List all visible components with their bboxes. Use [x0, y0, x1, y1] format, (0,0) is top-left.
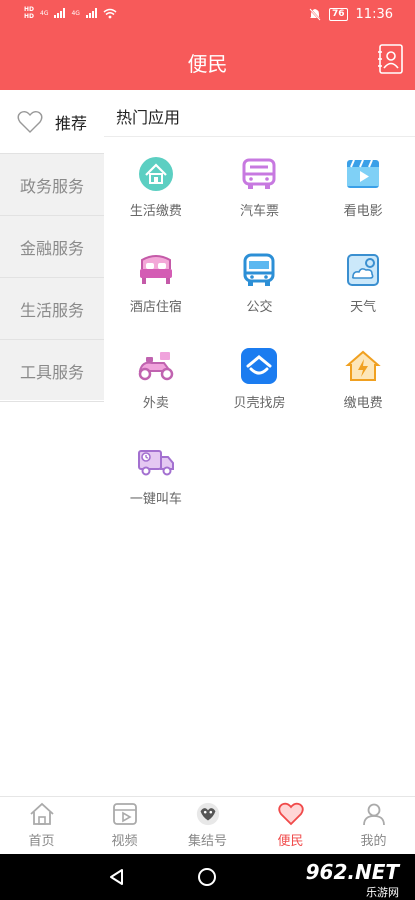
- video-icon: [112, 801, 138, 827]
- app-label: 一键叫车: [129, 492, 182, 507]
- heart-icon: [277, 801, 304, 827]
- category-sidebar: 推荐 政务服务 金融服务 生活服务 工具服务: [0, 90, 104, 402]
- sidebar-item-recommend[interactable]: 推荐: [0, 90, 104, 154]
- sidebar-item-finance[interactable]: 金融服务: [0, 216, 104, 278]
- app-electric-bill[interactable]: 缴电费: [311, 342, 415, 412]
- mute-bell-icon: [309, 8, 321, 21]
- app-weather[interactable]: 天气: [311, 246, 415, 316]
- heart-icon: [17, 110, 43, 133]
- app-grid: 生活缴费 汽车票 看电影 酒店住宿 公交 天气 外卖 贝壳找房 缴电费 一键叫车: [104, 150, 415, 508]
- app-label: 生活缴费: [129, 204, 182, 219]
- nav-label: 首页: [28, 834, 55, 849]
- sidebar-item-government[interactable]: 政务服务: [0, 154, 104, 216]
- battery-indicator: 76: [329, 8, 348, 21]
- truck-icon: [136, 442, 176, 482]
- app-label: 汽车票: [239, 204, 279, 219]
- nav-mine[interactable]: 我的: [332, 797, 415, 854]
- app-label: 外卖: [142, 396, 169, 411]
- watermark-text: 962.NET: [305, 860, 399, 884]
- app-label: 缴电费: [343, 396, 383, 411]
- contacts-icon[interactable]: [377, 44, 405, 74]
- nav-label: 便民: [277, 834, 304, 849]
- app-movie[interactable]: 看电影: [311, 150, 415, 220]
- sidebar-item-label: 生活服务: [19, 300, 84, 320]
- section-title: 热门应用: [116, 108, 181, 127]
- bottom-nav: 首页 视频 集结号 便民 我的: [0, 796, 415, 854]
- nav-video[interactable]: 视频: [83, 797, 166, 854]
- app-label: 酒店住宿: [129, 300, 182, 315]
- system-nav-bar: 962.NET 乐游网: [0, 854, 415, 900]
- nav-convenience[interactable]: 便民: [249, 797, 332, 854]
- app-label: 看电影: [343, 204, 383, 219]
- signal-icon: [85, 8, 97, 18]
- app-takeout[interactable]: 外卖: [104, 342, 208, 412]
- weather-icon: [343, 250, 383, 290]
- user-icon: [361, 801, 387, 827]
- sidebar-item-label: 推荐: [54, 113, 87, 133]
- electric-icon: [343, 346, 383, 386]
- sidebar-item-label: 工具服务: [19, 362, 84, 382]
- sidebar-item-label: 金融服务: [19, 238, 84, 258]
- bus-icon: [239, 154, 279, 194]
- sidebar-item-tools[interactable]: 工具服务: [0, 340, 104, 402]
- nav-label: 我的: [360, 834, 387, 849]
- hd-indicator: HD HD: [24, 6, 35, 20]
- watermark-subtext: 乐游网: [366, 886, 399, 899]
- rally-logo-icon: [195, 801, 221, 827]
- app-bus-ticket[interactable]: 汽车票: [208, 150, 312, 220]
- app-beike[interactable]: 贝壳找房: [208, 342, 312, 412]
- app-label: 贝壳找房: [233, 396, 286, 411]
- network-label: 4G: [40, 9, 49, 17]
- page-title: 便民: [187, 52, 228, 76]
- home-button[interactable]: [198, 868, 216, 886]
- nav-rally[interactable]: 集结号: [166, 797, 249, 854]
- scooter-icon: [136, 346, 176, 386]
- network-label: 4G: [71, 9, 80, 17]
- nav-label: 视频: [111, 834, 138, 849]
- status-bar: HD HD 4G 4G 76 11:36: [0, 0, 415, 32]
- app-life-payment[interactable]: 生活缴费: [104, 150, 208, 220]
- watermark-logo: 962.NET 乐游网: [279, 858, 409, 899]
- app-hotel[interactable]: 酒店住宿: [104, 246, 208, 316]
- movie-icon: [343, 154, 383, 194]
- wifi-icon: [103, 8, 117, 18]
- house-icon: [136, 154, 176, 194]
- sidebar-item-label: 政务服务: [19, 176, 84, 196]
- clock: 11:36: [355, 7, 393, 22]
- nav-label: 集结号: [187, 834, 227, 849]
- sidebar-item-life[interactable]: 生活服务: [0, 278, 104, 340]
- app-call-car[interactable]: 一键叫车: [104, 438, 208, 508]
- nav-home[interactable]: 首页: [0, 797, 83, 854]
- app-label: 天气: [350, 300, 377, 315]
- back-icon[interactable]: [108, 868, 126, 886]
- app-label: 公交: [246, 300, 273, 315]
- app-public-bus[interactable]: 公交: [208, 246, 312, 316]
- bed-icon: [136, 250, 176, 290]
- beike-icon: [239, 346, 279, 386]
- signal-icon: [54, 8, 66, 18]
- home-icon: [29, 801, 55, 827]
- app-header: HD HD 4G 4G 76 11:36 便民: [0, 0, 415, 90]
- divider: [104, 136, 415, 137]
- bus-front-icon: [239, 250, 279, 290]
